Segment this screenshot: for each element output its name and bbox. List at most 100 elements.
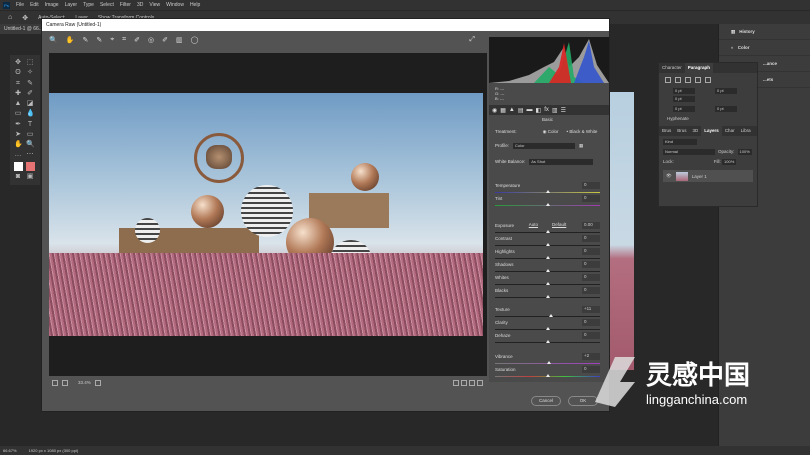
- edit-toolbar-icon[interactable]: ⋯: [26, 151, 34, 159]
- white-balance-select[interactable]: As Shot: [529, 159, 594, 165]
- menu-edit[interactable]: Edit: [30, 2, 39, 8]
- menu-3d[interactable]: 3D: [137, 2, 143, 8]
- slider-thumb[interactable]: [546, 361, 551, 364]
- menu-select[interactable]: Select: [100, 2, 114, 8]
- tab-libraries[interactable]: Libra: [738, 126, 754, 136]
- menu-layer[interactable]: Layer: [65, 2, 78, 8]
- hand-tool-icon[interactable]: ✋: [14, 141, 23, 149]
- slider-value-field[interactable]: 0: [582, 182, 600, 189]
- menu-view[interactable]: View: [149, 2, 160, 8]
- hsl-icon[interactable]: ▤: [518, 107, 524, 114]
- tab-3d[interactable]: 3D: [690, 126, 702, 136]
- slider-thumb[interactable]: [545, 190, 550, 193]
- lasso-tool-icon[interactable]: ʘ: [14, 69, 22, 77]
- hand-icon[interactable]: ✋: [66, 36, 75, 44]
- more-tools-icon[interactable]: …: [14, 151, 22, 159]
- align-left-icon[interactable]: [665, 77, 671, 83]
- before-after-icon[interactable]: [453, 379, 459, 386]
- brush-tool-icon[interactable]: ✐: [26, 90, 34, 98]
- background-color-swatch[interactable]: [26, 161, 35, 171]
- calibration-icon[interactable]: ▥: [552, 107, 558, 114]
- tab-paragraph[interactable]: Paragraph: [684, 63, 714, 73]
- spot-removal-icon[interactable]: ✐: [134, 36, 140, 44]
- fullscreen-icon[interactable]: ⤢: [469, 36, 475, 44]
- slider-exposure[interactable]: Exposure 0.00: [495, 222, 600, 233]
- graduated-filter-icon[interactable]: ▥: [176, 36, 183, 44]
- copy-settings-icon[interactable]: [469, 379, 475, 386]
- profile-select[interactable]: Color: [513, 143, 576, 149]
- pen-tool-icon[interactable]: ✒: [14, 121, 22, 129]
- slider-value-field[interactable]: 0: [582, 287, 600, 294]
- tab-channels[interactable]: Char: [722, 126, 738, 136]
- adjustment-brush-icon[interactable]: ✐: [162, 36, 168, 44]
- foreground-color-swatch[interactable]: [14, 161, 23, 171]
- status-zoom[interactable]: 66.67%: [3, 448, 17, 453]
- slider-thumb[interactable]: [545, 243, 550, 246]
- slider-temperature[interactable]: Temperature 0: [495, 182, 600, 193]
- cancel-button[interactable]: Cancel: [531, 396, 561, 406]
- magic-wand-icon[interactable]: ✧: [26, 69, 34, 77]
- slider-thumb[interactable]: [545, 374, 550, 377]
- justify-icon[interactable]: [695, 77, 701, 83]
- space-before-field[interactable]: 0 pt: [673, 106, 695, 112]
- eyedropper-icon[interactable]: ✎: [26, 80, 34, 88]
- marquee-tool-icon[interactable]: ⬚: [26, 59, 34, 67]
- zoom-tool-icon[interactable]: 🔍: [26, 141, 35, 149]
- slider-value-field[interactable]: +11: [582, 306, 600, 313]
- slider-thumb[interactable]: [545, 256, 550, 259]
- image-preview[interactable]: [49, 53, 487, 376]
- screen-mode-icon[interactable]: ▣: [26, 173, 34, 181]
- profile-browser-icon[interactable]: ▦: [579, 143, 583, 149]
- zoom-dropdown-icon[interactable]: [94, 379, 101, 386]
- healing-brush-icon[interactable]: ✚: [14, 90, 22, 98]
- dock-color[interactable]: ◐ Color: [719, 40, 810, 56]
- shape-tool-icon[interactable]: ▭: [26, 131, 34, 139]
- slider-whites[interactable]: Whites 0: [495, 274, 600, 285]
- tab-character[interactable]: Character: [659, 63, 685, 73]
- menu-file[interactable]: File: [16, 2, 24, 8]
- tab-brushes[interactable]: Brus: [659, 126, 674, 136]
- slider-clarity[interactable]: Clarity 0: [495, 319, 600, 330]
- slider-tint[interactable]: Tint 0: [495, 195, 600, 206]
- slider-shadows[interactable]: Shadows 0: [495, 261, 600, 272]
- basic-tab-icon[interactable]: ◉: [492, 107, 497, 114]
- justify-all-icon[interactable]: [705, 77, 711, 83]
- slider-value-field[interactable]: 0: [582, 195, 600, 202]
- detail-icon[interactable]: ▲: [509, 107, 515, 113]
- zoom-level[interactable]: 33.4%: [78, 380, 91, 385]
- gradient-tool-icon[interactable]: ▭: [14, 110, 22, 118]
- slider-value-field[interactable]: 0: [582, 261, 600, 268]
- slider-thumb[interactable]: [548, 314, 553, 317]
- slider-value-field[interactable]: 0: [582, 332, 600, 339]
- opacity-field[interactable]: 100%: [737, 149, 752, 155]
- type-tool-icon[interactable]: T: [26, 121, 34, 129]
- tab-brush-settings[interactable]: Brus: [674, 126, 689, 136]
- visibility-eye-icon[interactable]: 👁: [666, 173, 672, 179]
- slider-saturation[interactable]: Saturation 0: [495, 366, 600, 377]
- menu-image[interactable]: Image: [45, 2, 59, 8]
- slider-value-field[interactable]: 0: [582, 248, 600, 255]
- blur-tool-icon[interactable]: 💧: [26, 110, 35, 118]
- slider-value-field[interactable]: 0: [582, 235, 600, 242]
- slider-contrast[interactable]: Contrast 0: [495, 235, 600, 246]
- slider-thumb[interactable]: [545, 327, 550, 330]
- slider-thumb[interactable]: [545, 340, 550, 343]
- menu-help[interactable]: Help: [190, 2, 200, 8]
- targeted-adjust-icon[interactable]: ⌖: [110, 36, 114, 44]
- align-center-icon[interactable]: [675, 77, 681, 83]
- color-radio[interactable]: ◉ Color: [543, 129, 559, 135]
- crop-icon[interactable]: ⌗: [122, 36, 126, 44]
- path-select-icon[interactable]: ➤: [14, 131, 22, 139]
- quick-mask-icon[interactable]: ◙: [14, 173, 22, 181]
- kind-filter[interactable]: Kind: [663, 139, 697, 145]
- radial-filter-icon[interactable]: ◯: [191, 36, 199, 44]
- slider-texture[interactable]: Texture +11: [495, 306, 600, 317]
- menu-type[interactable]: Type: [83, 2, 94, 8]
- preview-menu-icon[interactable]: [477, 379, 483, 386]
- bw-radio[interactable]: • Black & White: [567, 129, 598, 135]
- hyphenate-checkbox[interactable]: Hyphenate: [659, 115, 757, 122]
- indent-left-field[interactable]: 0 pt: [673, 88, 695, 94]
- slider-thumb[interactable]: [545, 203, 550, 206]
- white-balance-icon[interactable]: ✎: [82, 36, 88, 44]
- move-tool-icon[interactable]: ✥: [14, 59, 22, 67]
